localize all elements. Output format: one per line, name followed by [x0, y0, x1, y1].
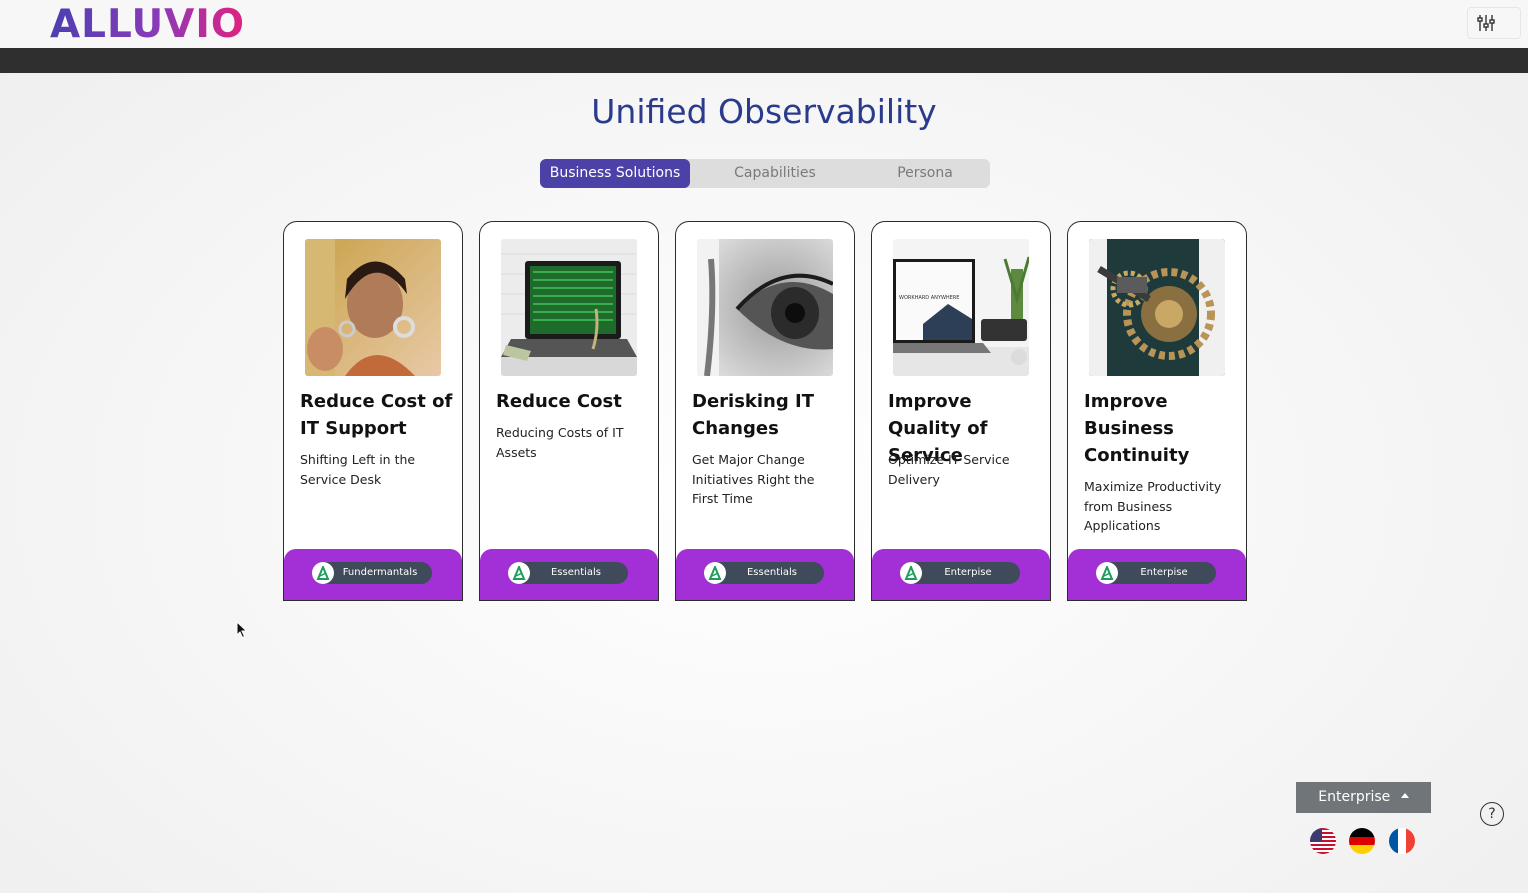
edition-dropdown-button[interactable]: Enterprise — [1296, 782, 1431, 813]
alluvio-a-icon — [900, 562, 922, 584]
card-description: Get Major Change Initiatives Right the F… — [692, 452, 815, 506]
help-button[interactable]: ? — [1480, 802, 1504, 826]
sliders-icon — [1477, 15, 1495, 31]
de-flag-icon[interactable] — [1349, 828, 1375, 854]
card-description: Shifting Left in the Service Desk — [300, 452, 416, 487]
card-title: Reduce Cost — [496, 391, 622, 412]
edition-badge[interactable]: Fundermantals — [312, 562, 432, 584]
card-footer: Essentials — [676, 549, 854, 600]
tab-capabilities[interactable]: Capabilities — [690, 159, 860, 188]
fr-flag-icon[interactable] — [1389, 828, 1415, 854]
card-footer: Enterpise — [872, 549, 1050, 600]
solution-card[interactable]: Reduce Cost of IT Support Shifting Left … — [283, 221, 463, 601]
caret-up-icon — [1400, 792, 1409, 798]
settings-button[interactable] — [1467, 7, 1521, 39]
alluvio-a-icon — [1096, 562, 1118, 584]
card-title: Improve Business Continuity — [1084, 391, 1190, 466]
card-footer: Essentials — [480, 549, 658, 600]
clockwork-gears-photo — [1089, 239, 1225, 376]
alluvio-a-icon — [312, 562, 334, 584]
edition-badge[interactable]: Essentials — [704, 562, 824, 584]
laptop-with-money-photo — [501, 239, 637, 376]
card-title: Derisking IT Changes — [692, 391, 814, 439]
image-caption: WORKHARD ANYWHERE — [899, 295, 959, 301]
card-description: Optimize IT Service Delivery — [888, 452, 1010, 487]
solution-card[interactable]: Improve Business Continuity Maximize Pro… — [1067, 221, 1247, 601]
solution-card[interactable]: Reduce Cost Reducing Costs of IT Assets … — [479, 221, 659, 601]
alluvio-a-icon — [508, 562, 530, 584]
tab-persona[interactable]: Persona — [860, 159, 990, 188]
nav-bar — [0, 48, 1528, 73]
card-footer: Enterpise — [1068, 549, 1246, 600]
edition-badge[interactable]: Essentials — [508, 562, 628, 584]
alluvio-a-icon — [704, 562, 726, 584]
laptop-workspace-photo: WORKHARD ANYWHERE — [893, 239, 1029, 376]
tab-bar: Business Solutions Capabilities Persona — [540, 159, 990, 188]
card-footer: Fundermantals — [284, 549, 462, 600]
eye-closeup-photo — [697, 239, 833, 376]
card-description: Reducing Costs of IT Assets — [496, 425, 624, 460]
edition-dropdown-label: Enterprise — [1318, 789, 1391, 805]
solution-card[interactable]: WORKHARD ANYWHERE Improve Quality of Ser… — [871, 221, 1051, 601]
call-center-agent-photo — [305, 239, 441, 376]
card-description: Maximize Productivity from Business Appl… — [1084, 479, 1222, 533]
page-title: Unified Observability — [591, 92, 937, 131]
solution-card[interactable]: Derisking IT Changes Get Major Change In… — [675, 221, 855, 601]
edition-badge[interactable]: Enterpise — [900, 562, 1020, 584]
alluvio-logo[interactable]: ALLUVIO — [50, 2, 245, 47]
top-bar: ALLUVIO — [0, 0, 1528, 48]
mouse-cursor-icon — [236, 620, 248, 643]
tab-business-solutions[interactable]: Business Solutions — [540, 159, 690, 188]
edition-badge[interactable]: Enterpise — [1096, 562, 1216, 584]
card-title: Reduce Cost of IT Support — [300, 391, 453, 439]
us-flag-icon[interactable] — [1310, 828, 1336, 854]
